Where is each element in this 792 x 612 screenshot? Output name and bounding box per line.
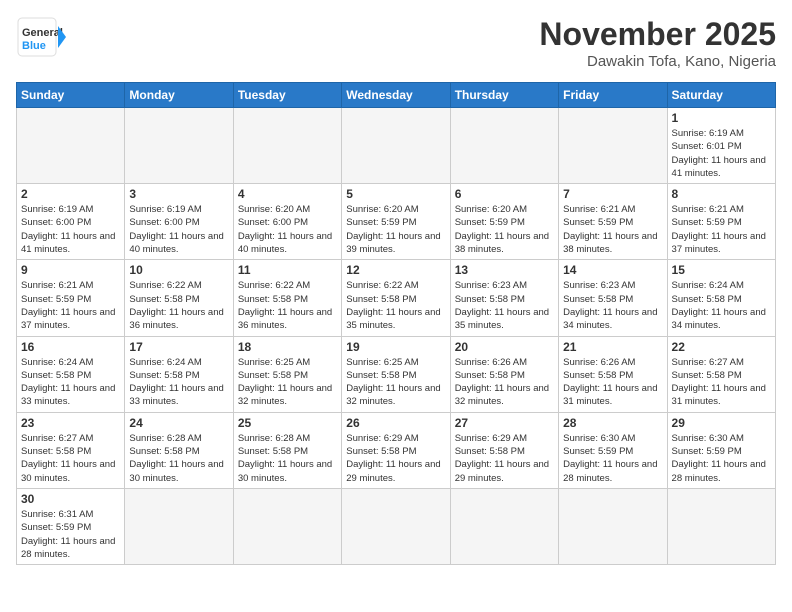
day-8: 8 Sunrise: 6:21 AM Sunset: 5:59 PM Dayli… <box>667 184 775 260</box>
empty-cell <box>125 488 233 564</box>
logo: General Blue <box>16 16 66 58</box>
day-1: 1 Sunrise: 6:19 AM Sunset: 6:01 PM Dayli… <box>667 108 775 184</box>
day-18: 18 Sunrise: 6:25 AM Sunset: 5:58 PM Dayl… <box>233 336 341 412</box>
logo-icon: General Blue <box>16 16 66 58</box>
day-24: 24 Sunrise: 6:28 AM Sunset: 5:58 PM Dayl… <box>125 412 233 488</box>
day-12: 12 Sunrise: 6:22 AM Sunset: 5:58 PM Dayl… <box>342 260 450 336</box>
header-wednesday: Wednesday <box>342 83 450 108</box>
empty-cell <box>125 108 233 184</box>
day-28: 28 Sunrise: 6:30 AM Sunset: 5:59 PM Dayl… <box>559 412 667 488</box>
day-7: 7 Sunrise: 6:21 AM Sunset: 5:59 PM Dayli… <box>559 184 667 260</box>
header-friday: Friday <box>559 83 667 108</box>
header-monday: Monday <box>125 83 233 108</box>
month-title: November 2025 <box>539 16 776 53</box>
day-4: 4 Sunrise: 6:20 AM Sunset: 6:00 PM Dayli… <box>233 184 341 260</box>
empty-cell <box>450 488 558 564</box>
weekday-header-row: Sunday Monday Tuesday Wednesday Thursday… <box>17 83 776 108</box>
day-15: 15 Sunrise: 6:24 AM Sunset: 5:58 PM Dayl… <box>667 260 775 336</box>
week-row-1: 1 Sunrise: 6:19 AM Sunset: 6:01 PM Dayli… <box>17 108 776 184</box>
empty-cell <box>17 108 125 184</box>
location: Dawakin Tofa, Kano, Nigeria <box>539 53 776 70</box>
empty-cell <box>233 488 341 564</box>
day-17: 17 Sunrise: 6:24 AM Sunset: 5:58 PM Dayl… <box>125 336 233 412</box>
day-2: 2 Sunrise: 6:19 AM Sunset: 6:00 PM Dayli… <box>17 184 125 260</box>
header-sunday: Sunday <box>17 83 125 108</box>
page-header: General Blue November 2025 Dawakin Tofa,… <box>16 16 776 70</box>
week-row-6: 30 Sunrise: 6:31 AM Sunset: 5:59 PM Dayl… <box>17 488 776 564</box>
header-thursday: Thursday <box>450 83 558 108</box>
day-21: 21 Sunrise: 6:26 AM Sunset: 5:58 PM Dayl… <box>559 336 667 412</box>
week-row-3: 9 Sunrise: 6:21 AM Sunset: 5:59 PM Dayli… <box>17 260 776 336</box>
empty-cell <box>667 488 775 564</box>
empty-cell <box>559 108 667 184</box>
week-row-2: 2 Sunrise: 6:19 AM Sunset: 6:00 PM Dayli… <box>17 184 776 260</box>
day-25: 25 Sunrise: 6:28 AM Sunset: 5:58 PM Dayl… <box>233 412 341 488</box>
day-29: 29 Sunrise: 6:30 AM Sunset: 5:59 PM Dayl… <box>667 412 775 488</box>
day-20: 20 Sunrise: 6:26 AM Sunset: 5:58 PM Dayl… <box>450 336 558 412</box>
day-16: 16 Sunrise: 6:24 AM Sunset: 5:58 PM Dayl… <box>17 336 125 412</box>
title-block: November 2025 Dawakin Tofa, Kano, Nigeri… <box>539 16 776 70</box>
empty-cell <box>342 488 450 564</box>
header-tuesday: Tuesday <box>233 83 341 108</box>
day-14: 14 Sunrise: 6:23 AM Sunset: 5:58 PM Dayl… <box>559 260 667 336</box>
header-saturday: Saturday <box>667 83 775 108</box>
svg-text:General: General <box>22 27 63 39</box>
empty-cell <box>342 108 450 184</box>
day-3: 3 Sunrise: 6:19 AM Sunset: 6:00 PM Dayli… <box>125 184 233 260</box>
calendar-table: Sunday Monday Tuesday Wednesday Thursday… <box>16 82 776 565</box>
day-9: 9 Sunrise: 6:21 AM Sunset: 5:59 PM Dayli… <box>17 260 125 336</box>
day-13: 13 Sunrise: 6:23 AM Sunset: 5:58 PM Dayl… <box>450 260 558 336</box>
day-5: 5 Sunrise: 6:20 AM Sunset: 5:59 PM Dayli… <box>342 184 450 260</box>
day-10: 10 Sunrise: 6:22 AM Sunset: 5:58 PM Dayl… <box>125 260 233 336</box>
week-row-4: 16 Sunrise: 6:24 AM Sunset: 5:58 PM Dayl… <box>17 336 776 412</box>
svg-text:Blue: Blue <box>22 40 46 52</box>
day-19: 19 Sunrise: 6:25 AM Sunset: 5:58 PM Dayl… <box>342 336 450 412</box>
empty-cell <box>233 108 341 184</box>
day-23: 23 Sunrise: 6:27 AM Sunset: 5:58 PM Dayl… <box>17 412 125 488</box>
empty-cell <box>559 488 667 564</box>
day-27: 27 Sunrise: 6:29 AM Sunset: 5:58 PM Dayl… <box>450 412 558 488</box>
day-6: 6 Sunrise: 6:20 AM Sunset: 5:59 PM Dayli… <box>450 184 558 260</box>
week-row-5: 23 Sunrise: 6:27 AM Sunset: 5:58 PM Dayl… <box>17 412 776 488</box>
day-11: 11 Sunrise: 6:22 AM Sunset: 5:58 PM Dayl… <box>233 260 341 336</box>
empty-cell <box>450 108 558 184</box>
day-22: 22 Sunrise: 6:27 AM Sunset: 5:58 PM Dayl… <box>667 336 775 412</box>
day-30: 30 Sunrise: 6:31 AM Sunset: 5:59 PM Dayl… <box>17 488 125 564</box>
day-26: 26 Sunrise: 6:29 AM Sunset: 5:58 PM Dayl… <box>342 412 450 488</box>
